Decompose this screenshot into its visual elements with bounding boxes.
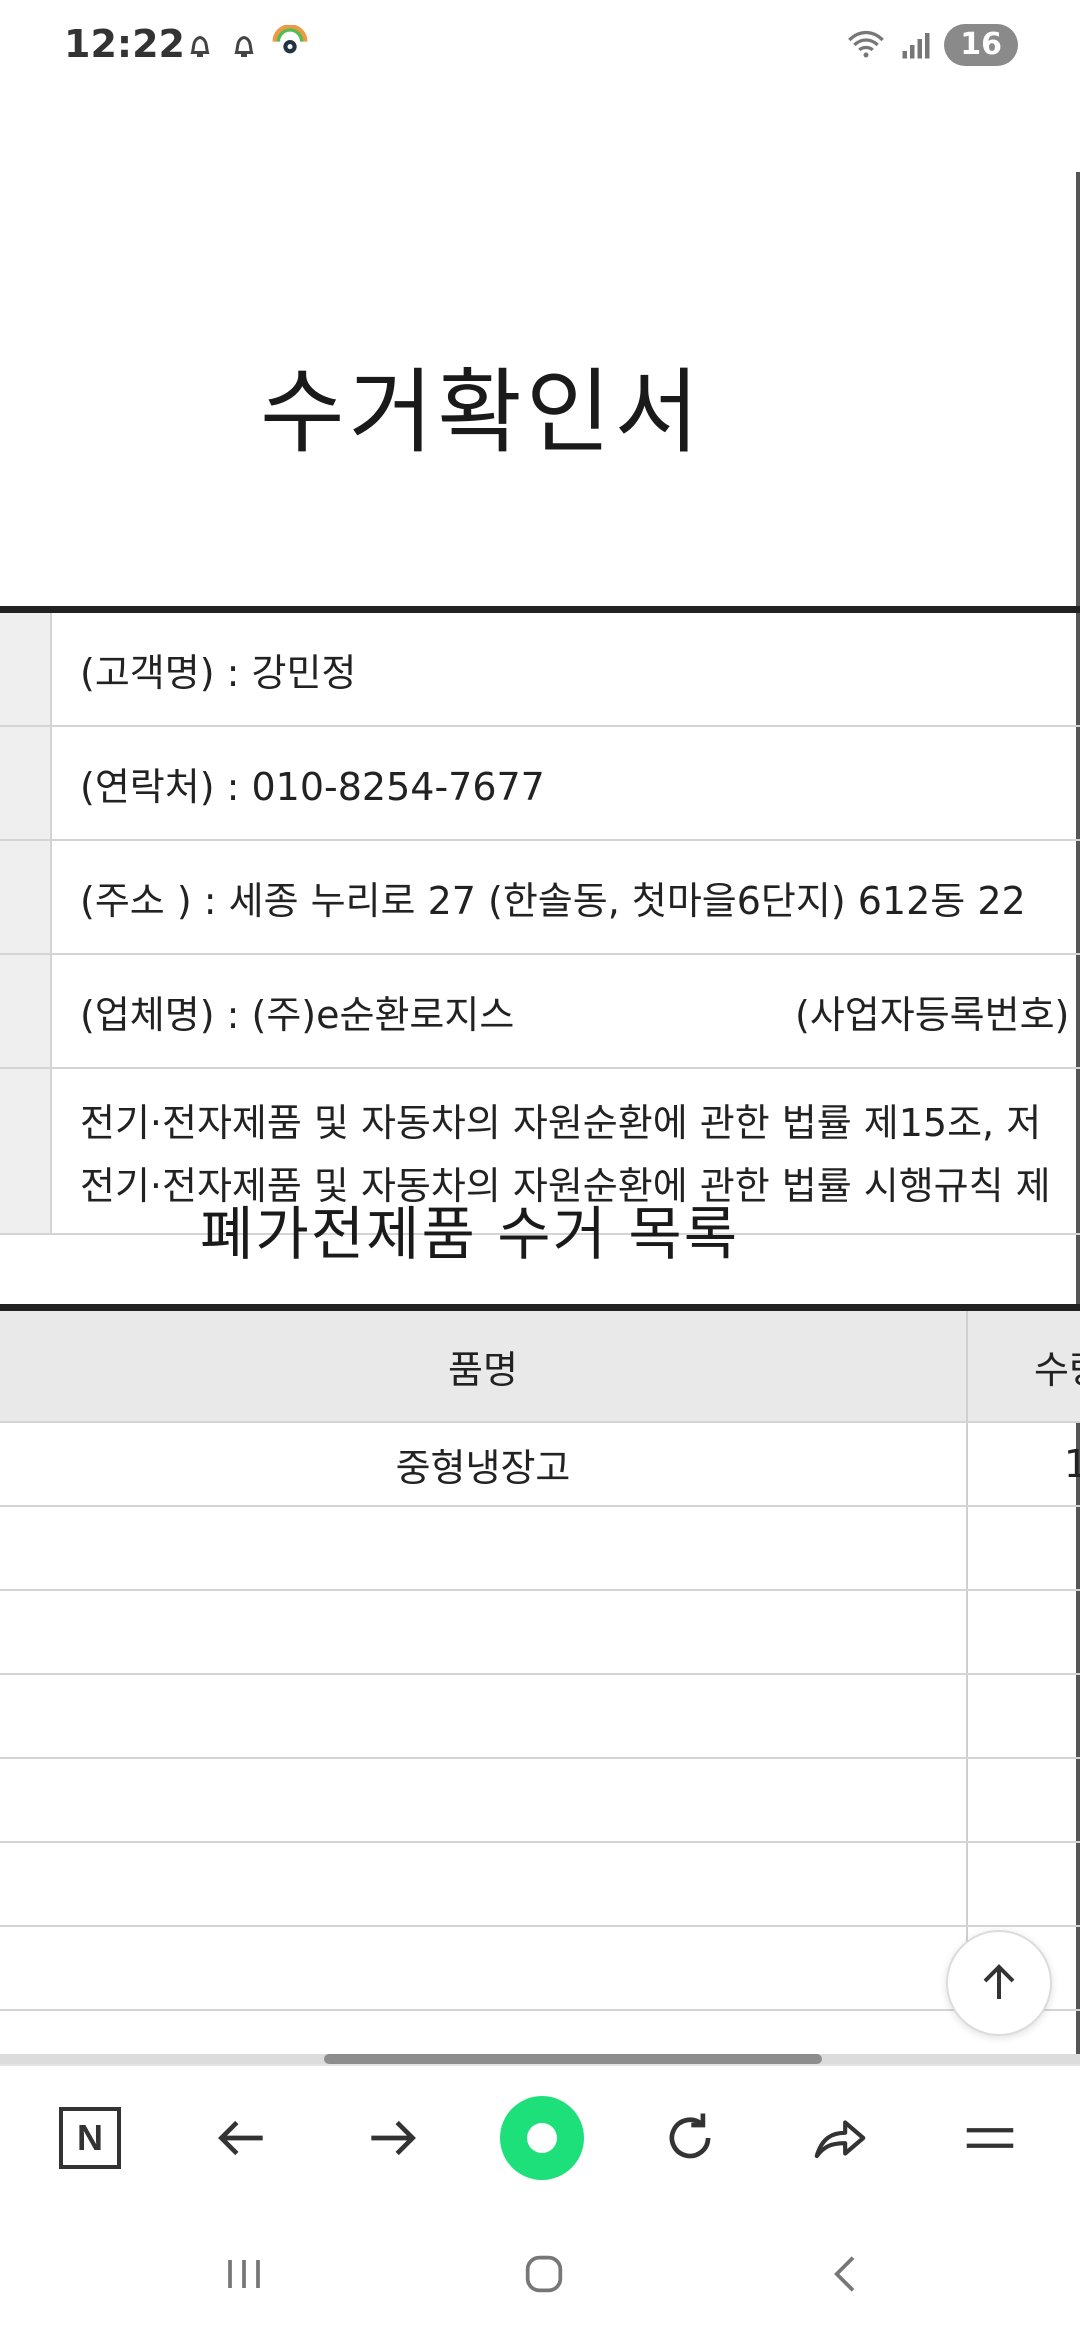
home-icon bbox=[525, 2255, 563, 2293]
item-name-cell: 중형냉장고 bbox=[0, 1423, 968, 1505]
table-row bbox=[0, 1591, 1080, 1675]
browser-toolbar: N bbox=[0, 2064, 1080, 2208]
status-right-icons: 16 bbox=[844, 22, 1018, 68]
customer-name-text: (고객명) : 강민정 bbox=[80, 650, 357, 695]
home-button[interactable] bbox=[508, 2238, 580, 2310]
item-name-cell bbox=[0, 1927, 968, 2009]
info-row-address: (주소 ) : 세종 누리로 27 (한솔동, 첫마을6단지) 612동 22 bbox=[0, 841, 1080, 955]
battery-indicator: 16 bbox=[944, 24, 1018, 66]
signal-icon bbox=[902, 33, 930, 59]
item-qty-cell: 1 bbox=[1064, 1442, 1080, 1486]
menu-icon bbox=[966, 2128, 1014, 2148]
item-name-cell bbox=[0, 1507, 968, 1589]
system-navigation-bar bbox=[0, 2208, 1080, 2340]
green-dot-button[interactable] bbox=[498, 2094, 586, 2182]
row-header-cell bbox=[0, 955, 52, 1067]
item-name-cell bbox=[0, 1591, 968, 1673]
row-header-cell bbox=[0, 1069, 52, 1233]
notification-bell-icon bbox=[234, 35, 254, 57]
back-icon bbox=[834, 2256, 855, 2292]
horizontal-scroll-thumb[interactable] bbox=[324, 2054, 822, 2064]
document-title: 수거확인서 bbox=[260, 359, 704, 466]
header-item-name: 품명 bbox=[0, 1311, 968, 1421]
back-arrow-icon bbox=[218, 2120, 263, 2156]
share-button[interactable] bbox=[804, 2102, 876, 2174]
item-qty-cell bbox=[968, 1759, 1080, 1841]
forward-arrow-icon bbox=[371, 2120, 416, 2156]
green-dot-icon bbox=[500, 2096, 584, 2180]
horizontal-scrollbar[interactable] bbox=[0, 2054, 1080, 2064]
naver-home-icon: N bbox=[59, 2107, 121, 2169]
table-row bbox=[0, 1843, 1080, 1927]
back-button[interactable] bbox=[206, 2102, 278, 2174]
document-viewport[interactable]: 수거확인서 (고객명) : 강민정 (연락처) : 010-8254-7677 … bbox=[0, 92, 1080, 2062]
table-row: 중형냉장고 1 bbox=[0, 1423, 1080, 1507]
naver-home-button[interactable]: N bbox=[54, 2102, 126, 2174]
item-qty-cell bbox=[968, 1843, 1080, 1925]
status-left-icons bbox=[182, 22, 310, 68]
recent-apps-button[interactable] bbox=[208, 2238, 280, 2310]
recent-apps-icon bbox=[228, 2260, 260, 2288]
table-row bbox=[0, 1759, 1080, 1843]
legal-basis-line-1: 전기·전자제품 및 자동차의 자원순환에 관한 법률 제15조, 저 bbox=[80, 1101, 1042, 1145]
header-quantity: 수량 bbox=[1034, 1347, 1080, 1392]
row-header-cell bbox=[0, 613, 52, 725]
status-time: 12:22 bbox=[64, 22, 185, 66]
item-name-cell bbox=[0, 1675, 968, 1757]
refresh-button[interactable] bbox=[654, 2102, 726, 2174]
item-name-cell bbox=[0, 1843, 968, 1925]
menu-button[interactable] bbox=[954, 2102, 1026, 2174]
status-bar: 12:22 16 bbox=[0, 0, 1080, 92]
scroll-to-top-button[interactable] bbox=[946, 1930, 1052, 2036]
business-number-label: (사업자등록번호) bbox=[795, 992, 1070, 1037]
map-pin-app-icon bbox=[272, 25, 308, 54]
row-header-cell bbox=[0, 841, 52, 953]
row-header-cell bbox=[0, 727, 52, 839]
table-row bbox=[0, 1675, 1080, 1759]
system-back-button[interactable] bbox=[810, 2238, 882, 2310]
item-name-cell bbox=[0, 1759, 968, 1841]
company-text: (업체명) : (주)e순환로지스 bbox=[80, 992, 515, 1037]
refresh-icon bbox=[669, 2113, 711, 2159]
item-qty-cell bbox=[968, 1507, 1080, 1589]
items-section-title: 폐가전제품 수거 목록 bbox=[200, 1200, 740, 1268]
forward-button[interactable] bbox=[356, 2102, 428, 2174]
item-qty-cell bbox=[968, 1675, 1080, 1757]
info-row-customer-name: (고객명) : 강민정 bbox=[0, 613, 1080, 727]
share-icon bbox=[814, 2120, 866, 2159]
table-row bbox=[0, 1507, 1080, 1591]
arrow-up-icon bbox=[983, 1964, 1015, 1999]
item-qty-cell bbox=[968, 1591, 1080, 1673]
table-header-row: 품명 수량 bbox=[0, 1311, 1080, 1423]
wifi-icon bbox=[848, 30, 885, 58]
info-row-company: (업체명) : (주)e순환로지스 (사업자등록번호) bbox=[0, 955, 1080, 1069]
collected-items-table: 품명 수량 중형냉장고 1 bbox=[0, 1304, 1080, 2011]
table-row bbox=[0, 1927, 1080, 2011]
info-row-contact: (연락처) : 010-8254-7677 bbox=[0, 727, 1080, 841]
notification-bell-icon bbox=[190, 35, 210, 57]
customer-info-table: (고객명) : 강민정 (연락처) : 010-8254-7677 (주소 ) … bbox=[0, 606, 1080, 1235]
contact-text: (연락처) : 010-8254-7677 bbox=[80, 764, 545, 809]
address-text: (주소 ) : 세종 누리로 27 (한솔동, 첫마을6단지) 612동 22 bbox=[80, 878, 1026, 923]
